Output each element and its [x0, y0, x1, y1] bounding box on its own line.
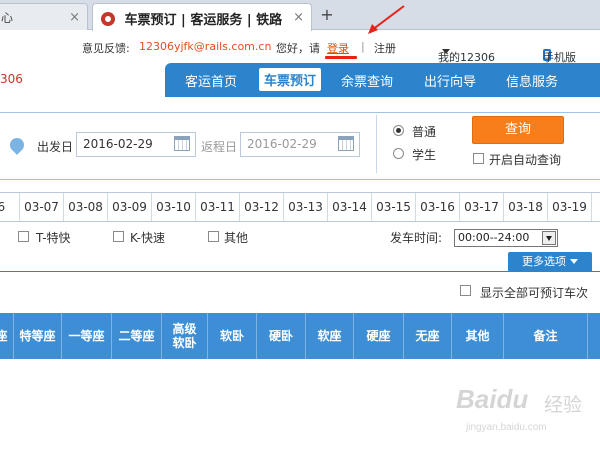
- watermark-brand: Baidu: [456, 384, 529, 414]
- column-header: 无座: [404, 313, 452, 359]
- column-header: 软卧: [208, 313, 257, 359]
- show-all-trains-label: 显示全部可预订车次: [480, 286, 589, 300]
- date-strip: 06 03-07 03-08 03-09 03-10 03-11 03-12 0…: [0, 192, 600, 222]
- calendar-icon[interactable]: [174, 136, 190, 151]
- depart-time-select[interactable]: 00:00--24:00: [454, 229, 558, 247]
- tab-title: 心: [1, 11, 14, 25]
- date-tab[interactable]: 06: [0, 193, 20, 221]
- top-info-bar: 意见反馈: 12306yjfk@rails.com.cn 您好，请 登录 | 注…: [0, 31, 600, 64]
- auto-query-checkbox[interactable]: [473, 153, 484, 164]
- close-icon[interactable]: ×: [69, 10, 80, 25]
- chevron-down-icon: [570, 259, 578, 264]
- browser-tab-previous[interactable]: 心 ×: [0, 3, 88, 30]
- date-tab[interactable]: 03-15: [372, 193, 416, 221]
- chevron-down-icon[interactable]: [542, 231, 556, 245]
- date-tab[interactable]: 03-14: [328, 193, 372, 221]
- browser-tab-strip: 心 × 车票预订 | 客运服务 | 铁路 × +: [0, 0, 600, 31]
- nav-item-info-service[interactable]: 信息服务: [506, 71, 558, 90]
- annotation-underline: [325, 56, 357, 59]
- chevron-down-icon: [442, 49, 450, 54]
- date-tab[interactable]: 03-16: [416, 193, 460, 221]
- login-link[interactable]: 登录: [327, 40, 349, 56]
- panel-divider: [376, 115, 377, 173]
- ticket-type-normal-radio[interactable]: [393, 125, 404, 136]
- date-tab[interactable]: 03-13: [284, 193, 328, 221]
- auto-query-label: 开启自动查询: [489, 153, 562, 167]
- column-header: 硬座: [354, 313, 404, 359]
- tab-title: 车票预订 | 客运服务 | 铁路: [124, 13, 283, 28]
- ticket-type-normal-label: 普通: [412, 125, 437, 139]
- feedback-email-link[interactable]: 12306yjfk@rails.com.cn: [139, 40, 271, 53]
- train-type-t-label: T-特快: [36, 231, 71, 245]
- train-type-other-checkbox[interactable]: [208, 231, 219, 242]
- page: 心 × 车票预订 | 客运服务 | 铁路 × + 意见反馈: 12306yjfk…: [0, 0, 600, 450]
- show-all-trains-checkbox[interactable]: [460, 285, 471, 296]
- date-tab[interactable]: 03-19: [548, 193, 592, 221]
- column-header: 二等座: [112, 313, 162, 359]
- new-tab-button[interactable]: +: [316, 6, 338, 26]
- close-icon[interactable]: ×: [293, 10, 304, 25]
- main-nav: 客运首页 车票预订 余票查询 出行向导 信息服务: [165, 63, 600, 97]
- ticket-type-student-label: 学生: [412, 148, 437, 162]
- watermark-url: jingyan.baidu.com: [466, 422, 547, 433]
- column-header: 其他: [452, 313, 504, 359]
- brand-fragment: 306: [0, 72, 23, 86]
- depart-time-value: 00:00--24:00: [458, 231, 530, 244]
- railway-logo-icon: [101, 12, 115, 26]
- train-type-k-checkbox[interactable]: [113, 231, 124, 242]
- annotation-arrow-icon: [368, 5, 405, 34]
- train-type-other-label: 其他: [224, 231, 249, 245]
- date-tab[interactable]: 03-10: [152, 193, 196, 221]
- column-header: 软座: [306, 313, 354, 359]
- separator: |: [361, 40, 365, 53]
- train-type-t-checkbox[interactable]: [18, 231, 29, 242]
- date-tab[interactable]: 03-08: [64, 193, 108, 221]
- train-type-k-label: K-快速: [130, 231, 165, 245]
- register-link[interactable]: 注册: [374, 40, 396, 56]
- depart-date-label: 出发日: [37, 140, 74, 154]
- feedback-label: 意见反馈:: [82, 42, 130, 55]
- ticket-type-student-radio[interactable]: [393, 148, 404, 159]
- column-header: 特等座: [14, 313, 62, 359]
- date-tab[interactable]: 03-18: [504, 193, 548, 221]
- column-header: 高级软卧: [162, 313, 208, 359]
- more-options-label: 更多选项: [522, 255, 566, 268]
- baidu-jingyan-watermark: Baidu 经验 jingyan.baidu.com: [452, 382, 600, 442]
- date-tab[interactable]: 03-17: [460, 193, 504, 221]
- date-tab[interactable]: 03-07: [20, 193, 64, 221]
- more-options-button[interactable]: 更多选项: [508, 252, 592, 272]
- return-date-label: 返程日: [201, 140, 238, 154]
- column-header: 备注: [504, 313, 588, 359]
- watermark-cn: 经验: [544, 395, 583, 416]
- query-button[interactable]: 查询: [472, 116, 564, 144]
- column-header: 一等座: [62, 313, 112, 359]
- depart-time-label: 发车时间:: [390, 231, 443, 245]
- date-tab[interactable]: 03-12: [240, 193, 284, 221]
- nav-item-ticket-booking[interactable]: 车票预订: [259, 68, 322, 91]
- results-table-header: 座 特等座 一等座 二等座 高级软卧 软卧 硬卧 软座 硬座 无座 其他 备注: [0, 313, 600, 359]
- browser-tab-active[interactable]: 车票预订 | 客运服务 | 铁路 ×: [92, 3, 312, 31]
- calendar-icon[interactable]: [338, 136, 354, 151]
- greeting-text: 您好，请: [276, 42, 320, 55]
- nav-item-travel-guide[interactable]: 出行向导: [424, 71, 476, 90]
- nav-item-remaining-tickets[interactable]: 余票查询: [341, 71, 393, 90]
- nav-item-home[interactable]: 客运首页: [185, 71, 237, 90]
- date-tab[interactable]: 03-09: [108, 193, 152, 221]
- date-tab[interactable]: 03-11: [196, 193, 240, 221]
- filter-divider: [0, 271, 600, 272]
- column-header: 硬卧: [257, 313, 306, 359]
- column-header: 座: [0, 313, 14, 359]
